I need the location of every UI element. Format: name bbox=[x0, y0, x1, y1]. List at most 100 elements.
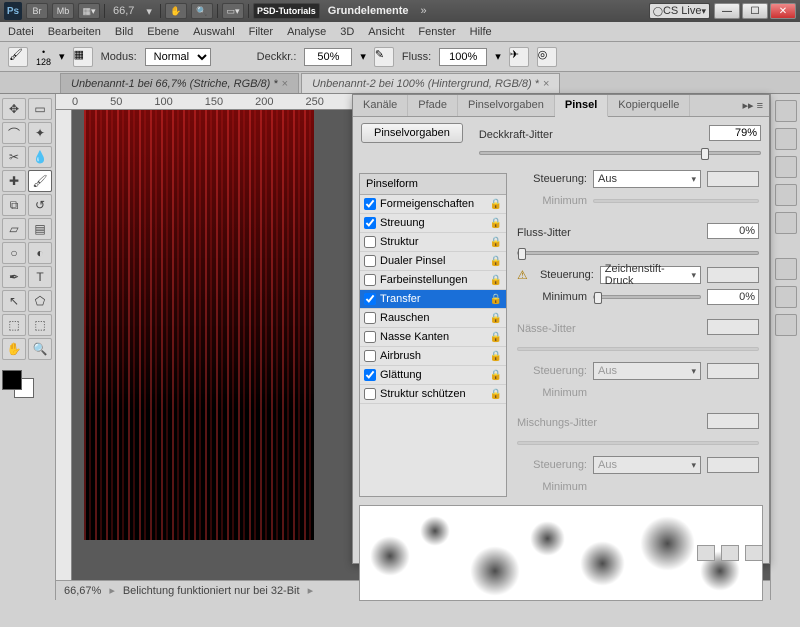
airbrush-icon[interactable]: ✈ bbox=[509, 47, 529, 67]
tablet-size-icon[interactable]: ◎ bbox=[537, 47, 557, 67]
toggle-preview-icon[interactable] bbox=[697, 545, 715, 561]
masks-panel-icon[interactable] bbox=[775, 212, 797, 234]
menu-bild[interactable]: Bild bbox=[115, 26, 133, 38]
zoom-dropdown-icon[interactable]: ▾ bbox=[146, 5, 152, 18]
heal-tool[interactable]: ✚ bbox=[2, 170, 26, 192]
lock-icon[interactable]: 🔒 bbox=[490, 370, 502, 381]
flow-minimum-value[interactable]: 0% bbox=[707, 289, 759, 305]
gradient-tool[interactable]: ▤ bbox=[28, 218, 52, 240]
color-panel-icon[interactable] bbox=[775, 100, 797, 122]
layers-panel-icon[interactable] bbox=[775, 258, 797, 280]
lock-icon[interactable]: 🔒 bbox=[490, 218, 502, 229]
wand-tool[interactable]: ✦ bbox=[28, 122, 52, 144]
brush-size[interactable]: 128 bbox=[36, 57, 51, 67]
flow-control-select[interactable]: Zeichenstift-Druck bbox=[600, 266, 701, 284]
opacity-jitter-slider[interactable] bbox=[479, 151, 761, 155]
foreground-color[interactable] bbox=[2, 370, 22, 390]
lock-icon[interactable]: 🔒 bbox=[490, 275, 502, 286]
opacity-jitter-value[interactable]: 79% bbox=[709, 125, 761, 141]
list-item[interactable]: Glättung🔒 bbox=[360, 366, 506, 385]
paths-panel-icon[interactable] bbox=[775, 314, 797, 336]
flow-jitter-slider[interactable] bbox=[517, 251, 759, 255]
menu-analyse[interactable]: Analyse bbox=[287, 26, 326, 38]
cslive-button[interactable]: ◯ CS Live ▾ bbox=[649, 3, 710, 19]
tab-kanaele[interactable]: Kanäle bbox=[353, 95, 408, 116]
trash-icon[interactable] bbox=[745, 545, 763, 561]
channels-panel-icon[interactable] bbox=[775, 286, 797, 308]
menu-fenster[interactable]: Fenster bbox=[418, 26, 455, 38]
flow-value[interactable]: 100% bbox=[439, 48, 487, 66]
crop-tool[interactable]: ✂ bbox=[2, 146, 26, 168]
status-zoom[interactable]: 66,67% bbox=[64, 585, 101, 597]
eraser-tool[interactable]: ▱ bbox=[2, 218, 26, 240]
view-extras-button[interactable]: ▦▾ bbox=[78, 3, 100, 19]
lasso-tool[interactable]: ⌒ bbox=[2, 122, 26, 144]
swatches-panel-icon[interactable] bbox=[775, 128, 797, 150]
minibridge-button[interactable]: Mb bbox=[52, 3, 74, 19]
shape-tool[interactable]: ⬠ bbox=[28, 290, 52, 312]
move-tool[interactable]: ✥ bbox=[2, 98, 26, 120]
zoom-tool[interactable]: 🔍 bbox=[28, 338, 52, 360]
menu-filter[interactable]: Filter bbox=[249, 26, 273, 38]
path-tool[interactable]: ↖ bbox=[2, 290, 26, 312]
screen-mode-button[interactable]: ▭▾ bbox=[222, 3, 244, 19]
color-swatches[interactable] bbox=[2, 370, 53, 398]
tab-pfade[interactable]: Pfade bbox=[408, 95, 458, 116]
new-brush-icon[interactable] bbox=[721, 545, 739, 561]
eyedropper-tool[interactable]: 💧 bbox=[28, 146, 52, 168]
brush-tip-shape[interactable]: Pinselform bbox=[360, 174, 506, 195]
list-item[interactable]: Airbrush🔒 bbox=[360, 347, 506, 366]
bridge-button[interactable]: Br bbox=[26, 3, 48, 19]
lock-icon[interactable]: 🔒 bbox=[490, 389, 502, 400]
list-item[interactable]: Rauschen🔒 bbox=[360, 309, 506, 328]
list-item[interactable]: Nasse Kanten🔒 bbox=[360, 328, 506, 347]
menu-hilfe[interactable]: Hilfe bbox=[470, 26, 492, 38]
marquee-tool[interactable]: ▭ bbox=[28, 98, 52, 120]
document-tab-2[interactable]: Unbenannt-2 bei 100% (Hintergrund, RGB/8… bbox=[301, 73, 560, 93]
history-brush-tool[interactable]: ↺ bbox=[28, 194, 52, 216]
blur-tool[interactable]: ○ bbox=[2, 242, 26, 264]
lock-icon[interactable]: 🔒 bbox=[490, 351, 502, 362]
list-item[interactable]: Farbeinstellungen🔒 bbox=[360, 271, 506, 290]
3d-tool[interactable]: ⬚ bbox=[2, 314, 26, 336]
tablet-opacity-icon[interactable]: ✎ bbox=[374, 47, 394, 67]
flow-minimum-slider[interactable] bbox=[593, 295, 701, 299]
document-tab-1[interactable]: Unbenannt-1 bei 66,7% (Striche, RGB/8) *… bbox=[60, 73, 299, 93]
zoom-tool-button[interactable]: 🔍 bbox=[191, 3, 213, 19]
brush-tool-icon[interactable]: 🖌 bbox=[8, 47, 28, 67]
brush-tool[interactable]: 🖌 bbox=[28, 170, 52, 192]
maximize-button[interactable]: ☐ bbox=[742, 3, 768, 19]
blend-mode-select[interactable]: Normal bbox=[145, 48, 211, 66]
opacity-value[interactable]: 50% bbox=[304, 48, 352, 66]
list-item[interactable]: Streuung🔒 bbox=[360, 214, 506, 233]
lock-icon[interactable]: 🔒 bbox=[490, 199, 502, 210]
list-item[interactable]: Struktur schützen🔒 bbox=[360, 385, 506, 404]
tab-pinsel[interactable]: Pinsel bbox=[555, 95, 608, 117]
close-icon[interactable]: × bbox=[543, 78, 549, 90]
hand-tool[interactable]: ✋ bbox=[2, 338, 26, 360]
panel-menu-icon[interactable]: ▸▸ ≡ bbox=[736, 95, 769, 116]
hand-tool-button[interactable]: ✋ bbox=[165, 3, 187, 19]
chevron-down-icon[interactable]: ▾ bbox=[59, 50, 65, 63]
close-button[interactable]: ✕ bbox=[770, 3, 796, 19]
lock-icon[interactable]: 🔒 bbox=[490, 332, 502, 343]
workspace-button[interactable]: PSD-Tutorials bbox=[253, 3, 320, 19]
stamp-tool[interactable]: ⧉ bbox=[2, 194, 26, 216]
brush-panel-toggle[interactable]: ▦ bbox=[73, 47, 93, 67]
dodge-tool[interactable]: ◐ bbox=[28, 242, 52, 264]
brush-presets-button[interactable]: Pinselvorgaben bbox=[361, 123, 463, 143]
list-item-transfer[interactable]: Transfer🔒 bbox=[360, 290, 506, 309]
workspace-label[interactable]: Grundelemente bbox=[328, 5, 409, 17]
list-item[interactable]: Struktur🔒 bbox=[360, 233, 506, 252]
chevron-right-icon[interactable]: » bbox=[420, 5, 426, 17]
menu-3d[interactable]: 3D bbox=[340, 26, 354, 38]
3d-camera-tool[interactable]: ⬚ bbox=[28, 314, 52, 336]
lock-icon[interactable]: 🔒 bbox=[490, 313, 502, 324]
tab-pinselvorgaben[interactable]: Pinselvorgaben bbox=[458, 95, 555, 116]
flow-jitter-value[interactable]: 0% bbox=[707, 223, 759, 239]
lock-icon[interactable]: 🔒 bbox=[490, 294, 502, 305]
menu-ebene[interactable]: Ebene bbox=[147, 26, 179, 38]
close-icon[interactable]: × bbox=[282, 78, 288, 90]
list-item[interactable]: Formeigenschaften🔒 bbox=[360, 195, 506, 214]
list-item[interactable]: Dualer Pinsel🔒 bbox=[360, 252, 506, 271]
